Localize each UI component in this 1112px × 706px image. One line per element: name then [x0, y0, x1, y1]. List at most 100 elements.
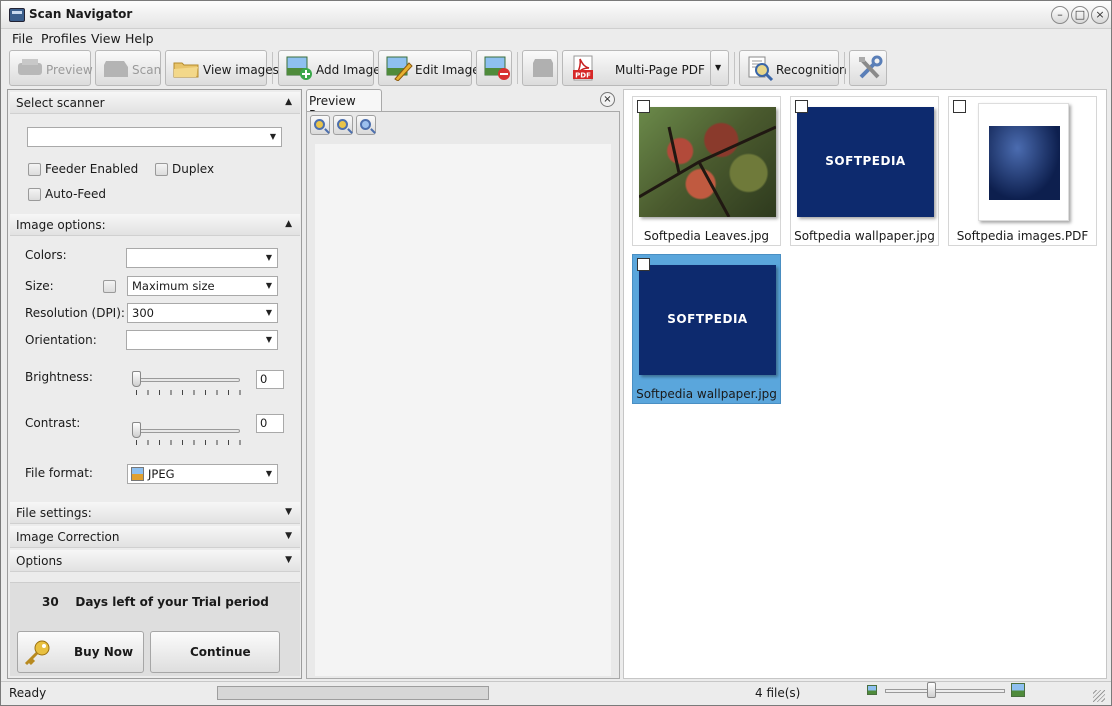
chevron-down-icon: ▼ [265, 469, 273, 478]
jpeg-file-icon [131, 467, 144, 481]
window-title: Scan Navigator [29, 7, 133, 21]
duplex-label: Duplex [172, 162, 215, 176]
trial-days: 30 [42, 595, 59, 609]
pdf-page-art [989, 126, 1060, 200]
preview-canvas[interactable] [315, 144, 611, 676]
thumbnail-caption: Softpedia wallpaper.jpg [636, 387, 777, 401]
pdf-badge-text: PDF [575, 72, 591, 80]
menu-view[interactable]: View [91, 31, 121, 46]
progress-bar [217, 686, 489, 700]
thumbnail-checkbox[interactable] [795, 100, 808, 113]
size-checkbox[interactable] [103, 280, 116, 293]
thumbnail-item[interactable]: Softpedia images.PDF [948, 96, 1097, 246]
preview-button[interactable]: Preview [9, 50, 93, 86]
size-value: Maximum size [132, 279, 215, 293]
image-options-header[interactable]: Image options: ▲ [10, 214, 300, 236]
toolbar-separator [844, 52, 845, 84]
toolbar-separator [517, 52, 518, 84]
tab-preview-pane[interactable]: Preview Pane [306, 89, 382, 122]
brightness-slider-thumb[interactable] [132, 371, 141, 387]
scan-button[interactable]: Scan [95, 50, 161, 86]
preview-label: Preview [46, 63, 93, 77]
image-thumbnails: Softpedia Leaves.jpg SOFTPEDIA Softpedia… [623, 89, 1107, 679]
menu-help[interactable]: Help [125, 31, 154, 46]
settings-button[interactable] [849, 50, 887, 86]
brightness-slider-track[interactable] [134, 378, 240, 382]
leaves-photo-image [639, 107, 776, 217]
maximize-button[interactable]: □ [1071, 6, 1089, 24]
contrast-ticks [136, 440, 242, 445]
zoom-fit-button[interactable] [356, 115, 376, 135]
thumbnail-item-selected[interactable]: SOFTPEDIA Softpedia wallpaper.jpg [632, 254, 781, 404]
recognition-button[interactable]: Recognition [739, 50, 847, 86]
expand-arrow-icon: ▼ [285, 507, 292, 517]
status-text: Ready [9, 686, 47, 700]
close-preview-icon[interactable]: × [600, 92, 615, 107]
colors-select[interactable]: ▼ [126, 248, 278, 268]
thumbnail-caption: Softpedia images.PDF [956, 229, 1089, 243]
close-button[interactable]: × [1091, 6, 1109, 24]
add-image-button[interactable]: Add Image [278, 50, 381, 86]
continue-button[interactable]: Continue [150, 631, 280, 673]
auto-feed-checkbox[interactable] [28, 188, 41, 201]
image-correction-title: Image Correction [16, 530, 120, 544]
buy-now-button[interactable]: Buy Now [17, 631, 144, 673]
thumbnail-item[interactable]: SOFTPEDIA Softpedia wallpaper.jpg [790, 96, 939, 246]
scanner-select[interactable]: ▼ [27, 127, 282, 147]
resolution-select[interactable]: 300 ▼ [127, 303, 278, 323]
select-scanner-header[interactable]: Select scanner ▲ [10, 92, 300, 114]
trial-text: Days left of your Trial period [75, 595, 269, 609]
contrast-slider-thumb[interactable] [132, 422, 141, 438]
menu-file[interactable]: File [12, 31, 33, 46]
tools-icon [859, 55, 883, 79]
resize-grip-icon[interactable] [1093, 690, 1105, 702]
file-settings-header[interactable]: File settings: ▼ [10, 502, 300, 524]
thumbnail-checkbox[interactable] [637, 100, 650, 113]
brightness-label: Brightness: [25, 370, 93, 384]
options-header[interactable]: Options ▼ [10, 550, 300, 572]
thumbnail-size-slider[interactable] [885, 689, 1005, 693]
image-correction-header[interactable]: Image Correction ▼ [10, 526, 300, 548]
add-image-label: Add Image [316, 63, 381, 77]
remove-image-button[interactable] [476, 50, 512, 86]
scan-icon [104, 61, 128, 77]
contrast-slider-track[interactable] [134, 429, 240, 433]
preview-scanner-icon [18, 59, 42, 75]
multi-page-pdf-dropdown[interactable]: ▼ [710, 50, 729, 86]
softpedia-wallpaper-image: SOFTPEDIA [639, 265, 776, 375]
minimize-button[interactable]: – [1051, 6, 1069, 24]
collapse-arrow-icon: ▲ [285, 219, 292, 229]
multi-page-pdf-label: Multi-Page PDF [615, 63, 705, 77]
zoom-out-button[interactable] [333, 115, 353, 135]
thumbnail-item[interactable]: Softpedia Leaves.jpg [632, 96, 781, 246]
orientation-label: Orientation: [25, 333, 97, 347]
thumbnail-checkbox[interactable] [953, 100, 966, 113]
feeder-enabled-checkbox[interactable] [28, 163, 41, 176]
orientation-select[interactable]: ▼ [126, 330, 278, 350]
edit-image-button[interactable]: Edit Image [378, 50, 480, 86]
toolbar-separator [272, 52, 273, 84]
contrast-label: Contrast: [25, 416, 81, 430]
brightness-input[interactable]: 0 [256, 370, 284, 389]
duplex-checkbox[interactable] [155, 163, 168, 176]
trial-box: 30 Days left of your Trial period Buy No… [10, 582, 300, 676]
chevron-down-icon: ▼ [265, 308, 273, 317]
view-images-button[interactable]: View images [165, 50, 279, 86]
contrast-input[interactable]: 0 [256, 414, 284, 433]
zoom-out-icon [337, 119, 348, 130]
buy-now-label: Buy Now [74, 645, 134, 659]
multi-page-pdf-button[interactable]: PDF Multi-Page PDF [562, 50, 712, 86]
menu-profiles[interactable]: Profiles [41, 31, 86, 46]
thumbnail-size-thumb[interactable] [927, 682, 936, 698]
thumbnail-checkbox[interactable] [637, 258, 650, 271]
file-format-select[interactable]: JPEG ▼ [127, 464, 278, 484]
trial-message: 30 Days left of your Trial period [42, 595, 269, 609]
zoom-in-icon [314, 119, 325, 130]
title-bar: Scan Navigator – □ × [1, 1, 1111, 29]
size-select[interactable]: Maximum size ▼ [127, 276, 278, 296]
zoom-in-button[interactable] [310, 115, 330, 135]
disabled-scan-button[interactable] [522, 50, 558, 86]
gray-document-icon [533, 59, 553, 77]
softpedia-logo: SOFTPEDIA [667, 312, 748, 326]
chevron-down-icon: ▼ [265, 281, 273, 290]
